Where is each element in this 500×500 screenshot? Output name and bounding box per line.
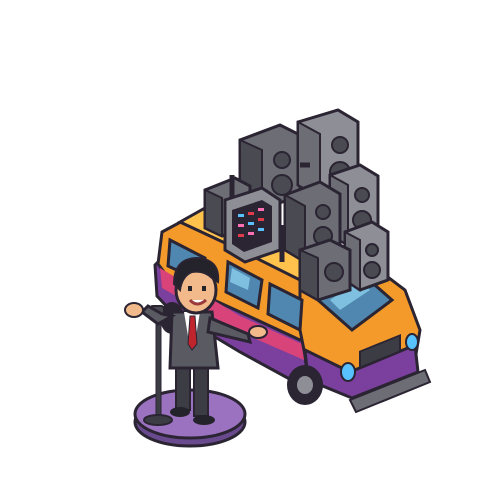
van-headlight-left bbox=[340, 362, 356, 382]
mixer-led-blue-3 bbox=[258, 228, 264, 231]
man-tie bbox=[187, 315, 198, 351]
man-hand-left bbox=[124, 302, 144, 318]
man-hand-right bbox=[248, 325, 268, 339]
van-headlight-right bbox=[405, 333, 419, 351]
speaker-box-6 bbox=[298, 238, 352, 302]
van-wheel-front-hub bbox=[297, 376, 313, 394]
pixel-art-canvas bbox=[124, 108, 432, 448]
mixer-led-pink bbox=[258, 208, 264, 211]
mixer-led-red bbox=[248, 212, 254, 215]
mixer-led-red-3 bbox=[238, 234, 244, 237]
man-eye-left bbox=[188, 286, 192, 291]
man-mouth bbox=[188, 298, 207, 306]
mixer-led-red-2 bbox=[258, 218, 264, 221]
mixer-led-blue-2 bbox=[248, 222, 254, 225]
mixer-led-pink-3 bbox=[248, 232, 254, 235]
man-leg-right bbox=[193, 361, 209, 417]
man-shoe-right bbox=[193, 415, 215, 425]
mixer-console[interactable] bbox=[223, 186, 282, 264]
man-shoe-left bbox=[170, 407, 190, 417]
man-eye-right bbox=[202, 286, 206, 291]
game-scene bbox=[0, 0, 500, 500]
mixer-led-blue bbox=[238, 214, 244, 217]
mixer-led-pink-2 bbox=[238, 224, 244, 227]
